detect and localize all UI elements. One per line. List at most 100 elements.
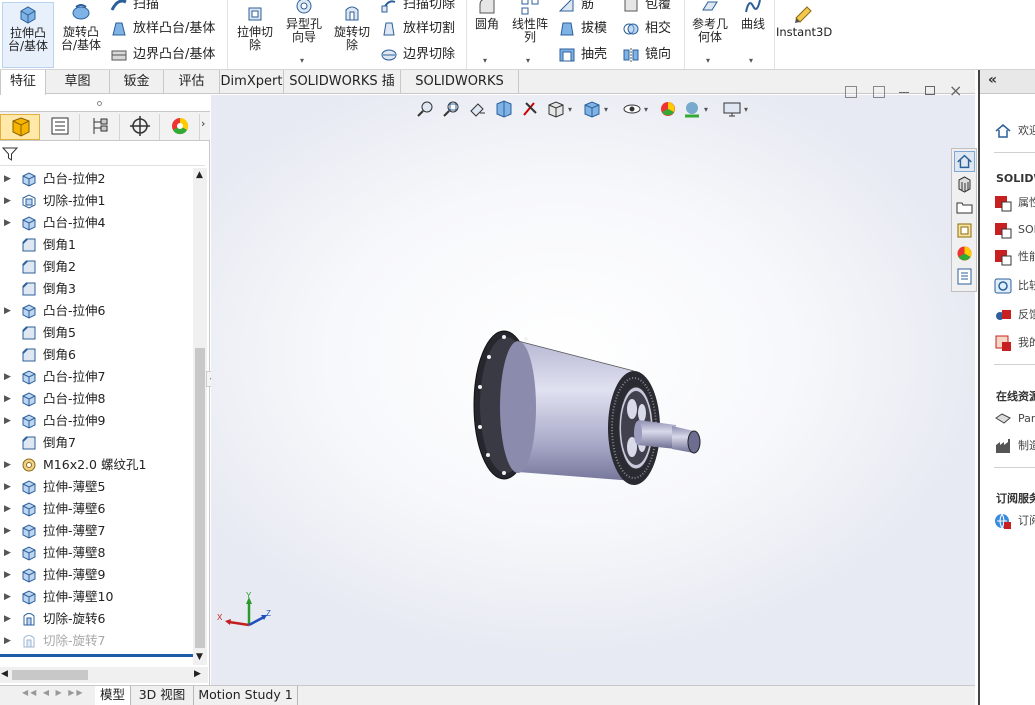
chevron-down-icon[interactable]: ▾: [568, 105, 572, 114]
mirror-button[interactable]: 镜向: [622, 44, 671, 66]
more-tabs-icon[interactable]: ›: [201, 117, 205, 130]
tree-item[interactable]: ▶ 切除-旋转6: [0, 608, 193, 630]
tab-navigation-arrows[interactable]: ◀◀ ◀ ▶ ▶▶: [22, 688, 92, 702]
panel-splitter[interactable]: [0, 95, 210, 111]
home-icon[interactable]: [954, 151, 975, 172]
expand-arrow-icon[interactable]: ▶: [4, 520, 11, 542]
linear-pattern-button[interactable]: 线性阵 列 ▾: [508, 0, 552, 65]
dynamic-annotation-icon[interactable]: [520, 99, 540, 119]
expand-arrow-icon[interactable]: ▶: [4, 388, 11, 410]
tree-item[interactable]: ▶ 拉伸-薄壁5: [0, 476, 193, 498]
vertical-scrollbar[interactable]: ▲ ▼: [193, 168, 207, 665]
intersect-button[interactable]: 相交: [622, 18, 671, 40]
expand-arrow-icon[interactable]: ▶: [4, 454, 11, 476]
view-orientation-icon[interactable]: [546, 99, 566, 119]
apply-scene-icon[interactable]: [682, 99, 702, 119]
tree-item[interactable]: ▶ 凸台-拉伸8: [0, 388, 193, 410]
lofted-cut-button[interactable]: 放样切割: [380, 18, 455, 40]
tree-item[interactable]: ▶ 拉伸-薄壁8: [0, 542, 193, 564]
tree-item[interactable]: ▶ 拉伸-薄壁7: [0, 520, 193, 542]
wrap-button[interactable]: 包覆: [622, 0, 671, 16]
expand-arrow-icon[interactable]: ▶: [4, 212, 11, 234]
tab-sheet-metal[interactable]: 钣金: [110, 70, 164, 94]
boundary-boss-button[interactable]: 边界凸台/基体: [110, 44, 215, 66]
tree-item[interactable]: ▶ 凸台-拉伸4: [0, 212, 193, 234]
tile-right-icon[interactable]: [873, 86, 885, 98]
configuration-manager-tab[interactable]: [80, 114, 120, 140]
zoom-to-fit-icon[interactable]: [416, 99, 436, 119]
tree-item[interactable]: 倒角1: [0, 234, 193, 256]
scroll-up-icon[interactable]: ▲: [196, 170, 203, 180]
expand-arrow-icon[interactable]: ▶: [4, 300, 11, 322]
boundary-cut-button[interactable]: 边界切除: [380, 44, 455, 66]
tree-item[interactable]: ▶ 凸台-拉伸6: [0, 300, 193, 322]
chevron-down-icon[interactable]: ▾: [526, 54, 530, 67]
collapse-pane-icon[interactable]: «: [988, 72, 997, 88]
fillet-button[interactable]: 圆角 ▾: [470, 0, 504, 65]
expand-arrow-icon[interactable]: ▶: [4, 608, 11, 630]
view-settings-icon[interactable]: [722, 99, 742, 119]
shell-button[interactable]: 抽壳: [558, 44, 607, 66]
edit-appearance-icon[interactable]: [658, 99, 678, 119]
tree-item[interactable]: 倒角2: [0, 256, 193, 278]
graphics-area[interactable]: ▾ ▾ ▾ ▾ ▾ Y X Z: [211, 95, 975, 685]
tree-item[interactable]: ▶ 切除-旋转7: [0, 630, 193, 652]
minimize-icon[interactable]: [899, 92, 909, 93]
expand-arrow-icon[interactable]: ▶: [4, 498, 11, 520]
tree-item[interactable]: 倒角7: [0, 432, 193, 454]
tab-model[interactable]: 模型: [95, 686, 131, 705]
3d-part-model[interactable]: [466, 327, 706, 502]
custom-properties-icon[interactable]: [954, 266, 975, 287]
tree-item[interactable]: ▶ 拉伸-薄壁10: [0, 586, 193, 608]
tab-sketch[interactable]: 草图: [46, 70, 110, 94]
extrude-cut-button[interactable]: 拉伸切 除: [232, 4, 278, 66]
expand-arrow-icon[interactable]: ▶: [4, 190, 11, 212]
expand-arrow-icon[interactable]: ▶: [4, 168, 11, 190]
tree-item[interactable]: ▶ 切除-拉伸1: [0, 190, 193, 212]
chevron-down-icon[interactable]: ▾: [644, 105, 648, 114]
swept-cut-button[interactable]: 扫描切除: [380, 0, 455, 16]
chevron-down-icon[interactable]: ▾: [744, 105, 748, 114]
tab-solidworks-addins[interactable]: SOLIDWORKS 插件: [284, 70, 401, 112]
restore-icon[interactable]: [925, 86, 935, 95]
tab-motion-study[interactable]: Motion Study 1: [194, 686, 298, 705]
horizontal-scrollbar[interactable]: ◀ ▶: [0, 667, 208, 683]
tile-left-icon[interactable]: [845, 86, 857, 98]
chevron-down-icon[interactable]: ▾: [483, 54, 487, 67]
expand-arrow-icon[interactable]: ▶: [4, 564, 11, 586]
draft-button[interactable]: 拔模: [558, 18, 607, 40]
expand-arrow-icon[interactable]: ▶: [4, 586, 11, 608]
tree-item[interactable]: ▶ 凸台-拉伸7: [0, 366, 193, 388]
loft-boss-button[interactable]: 放样凸台/基体: [110, 18, 215, 40]
tree-item[interactable]: ▶ 拉伸-薄壁9: [0, 564, 193, 586]
display-style-icon[interactable]: [582, 99, 602, 119]
chevron-down-icon[interactable]: ▾: [706, 54, 710, 67]
feature-tree-tab[interactable]: [0, 114, 40, 140]
appearances-icon[interactable]: [954, 243, 975, 264]
reference-geometry-button[interactable]: 参考几 何体 ▾: [688, 0, 732, 65]
previous-view-icon[interactable]: [468, 99, 488, 119]
sweep-button[interactable]: 扫描: [110, 0, 159, 16]
tree-item[interactable]: ▶ 凸台-拉伸9: [0, 410, 193, 432]
scroll-thumb[interactable]: [195, 348, 205, 648]
tree-item[interactable]: ▶ 凸台-拉伸2: [0, 168, 193, 190]
dimxpert-manager-tab[interactable]: [120, 114, 160, 140]
instant3d-button[interactable]: Instant3D: [776, 4, 832, 44]
expand-arrow-icon[interactable]: ▶: [4, 410, 11, 432]
tree-filter[interactable]: [0, 142, 205, 166]
tree-item[interactable]: 倒角3: [0, 278, 193, 300]
rib-button[interactable]: 筋: [558, 0, 594, 16]
hide-show-items-icon[interactable]: [622, 99, 642, 119]
rollback-bar[interactable]: [0, 654, 193, 657]
chevron-down-icon[interactable]: ▾: [749, 54, 753, 67]
expand-arrow-icon[interactable]: ▶: [4, 366, 11, 388]
expand-arrow-icon[interactable]: ▶: [4, 542, 11, 564]
revolve-boss-button[interactable]: 旋转凸 台/基体: [56, 2, 106, 68]
zoom-to-area-icon[interactable]: [442, 99, 462, 119]
close-icon[interactable]: ×: [949, 81, 962, 100]
curves-button[interactable]: 曲线 ▾: [736, 0, 770, 65]
tab-solidworks-mbd[interactable]: SOLIDWORKS MBD: [401, 70, 519, 112]
tab-features[interactable]: 特征: [0, 70, 46, 95]
scroll-left-icon[interactable]: ◀: [1, 669, 8, 679]
tree-item[interactable]: ▶ M16x2.0 螺纹孔1: [0, 454, 193, 476]
